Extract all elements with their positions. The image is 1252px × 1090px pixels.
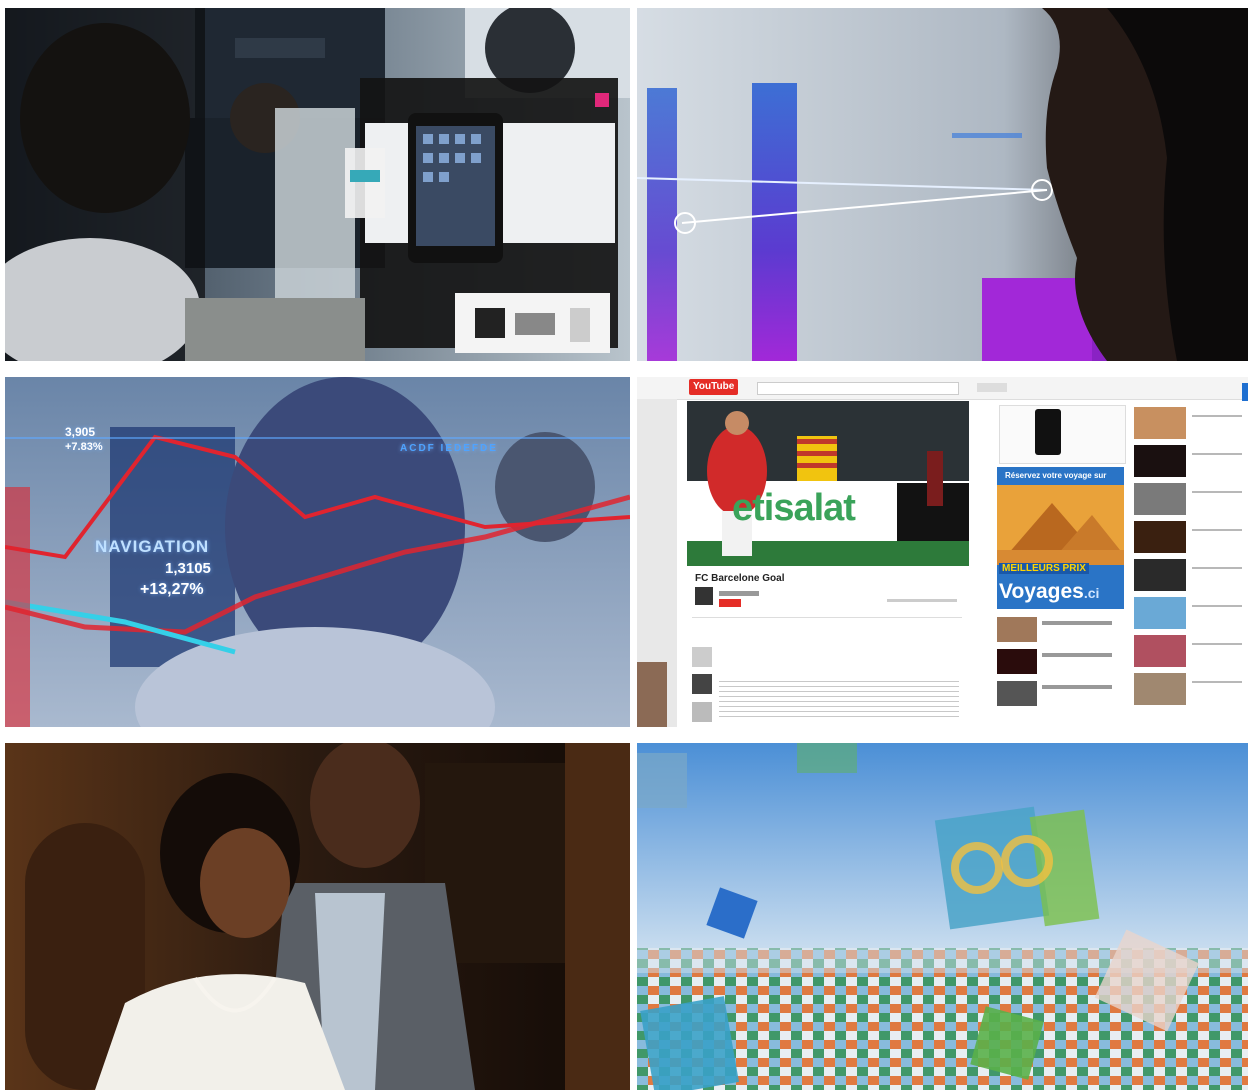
youtube-subscribe-button[interactable] (719, 599, 741, 607)
office-tablet-photo (5, 8, 630, 361)
youtube-channel-avatar[interactable] (695, 587, 713, 605)
sidebar-video-thumb[interactable] (1134, 559, 1186, 591)
youtube-search-button[interactable] (977, 383, 1007, 392)
comment-avatar (692, 647, 712, 667)
sidebar-video-thumb[interactable] (1134, 597, 1186, 629)
ad-phone-box[interactable] (999, 405, 1126, 464)
sidebar-video-thumb[interactable] (1134, 635, 1186, 667)
finance-change-top: +7.83% (65, 441, 103, 453)
finance-overlay-photo: 3,905 +7.83% NAVIGATION 1,3105 +13,27% A… (5, 377, 630, 727)
related-title[interactable] (1042, 621, 1112, 625)
youtube-channel-name[interactable] (719, 591, 759, 596)
voyages-brand-suffix: .ci (1083, 585, 1100, 601)
divider (692, 617, 962, 618)
related-title[interactable] (1042, 653, 1112, 657)
finance-hud-label: ACDF IEDEFDE (400, 443, 498, 454)
sidebar-video-thumb[interactable] (1134, 521, 1186, 553)
comment-avatar (692, 702, 712, 722)
voyages-ad-price-banner: MEILLEURS PRIX (999, 563, 1089, 574)
finance-nav-label: NAVIGATION (95, 537, 210, 556)
sidebar-video-thumb[interactable] (1134, 483, 1186, 515)
voyages-ad-header: Réservez votre voyage sur (1005, 471, 1107, 480)
woman-profile-chart-photo (637, 8, 1248, 361)
finance-value-top: 3,905 (65, 425, 96, 439)
finance-change: +13,27% (140, 581, 204, 598)
couple-photo (5, 743, 630, 1090)
youtube-video-title: FC Barcelone Goal (695, 573, 785, 584)
related-title[interactable] (1042, 685, 1112, 689)
comment-text-block (719, 677, 959, 717)
youtube-like-bar (887, 599, 957, 602)
youtube-search-input[interactable] (757, 382, 959, 395)
youtube-page-screenshot: YouTube etisalat FC Barcelone Goal Réser… (637, 377, 1248, 727)
related-thumb[interactable] (997, 617, 1037, 642)
youtube-logo[interactable]: YouTube (689, 379, 739, 395)
voyages-brand-name: Voyages (999, 580, 1084, 603)
finance-value: 1,3105 (165, 560, 211, 577)
related-thumb[interactable] (997, 681, 1037, 706)
sidebar-video-thumb[interactable] (1134, 407, 1186, 439)
youtube-video-banner-text: etisalat (732, 487, 856, 529)
sidebar-video-thumb[interactable] (1134, 445, 1186, 477)
scrollbar[interactable] (1242, 383, 1248, 401)
related-thumb[interactable] (997, 649, 1037, 674)
ad-phone-image (1035, 409, 1061, 455)
pyramids-image (997, 485, 1124, 565)
comment-avatar (692, 674, 712, 694)
voyages-ad-brand: Voyages.ci (999, 580, 1099, 604)
cubes-field-photo (637, 743, 1248, 1090)
youtube-video-player[interactable] (687, 401, 969, 566)
sidebar-video-thumb[interactable] (1134, 673, 1186, 705)
sidebar-video-titles (1192, 409, 1242, 709)
youtube-left-photo (637, 662, 667, 727)
